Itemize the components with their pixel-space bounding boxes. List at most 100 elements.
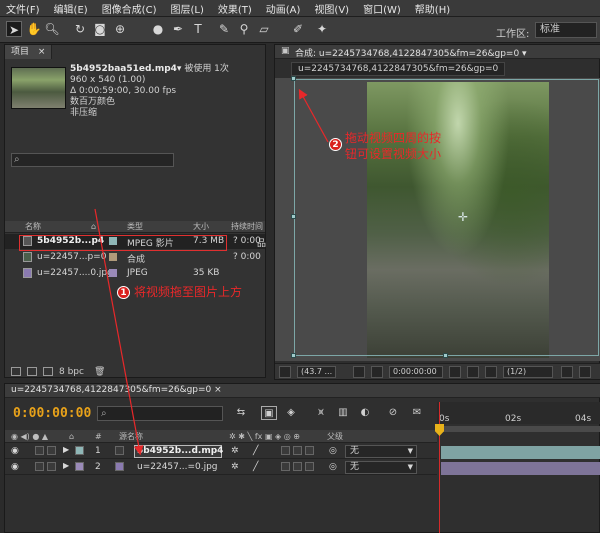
parent-select[interactable]: 无 ▼ (345, 461, 417, 474)
eraser-tool-icon[interactable]: ▱ (256, 21, 272, 37)
draft-3d-icon[interactable]: ◈ (283, 406, 299, 420)
workspace-select[interactable]: 标准 (535, 22, 597, 38)
composition-tab[interactable]: 合成: u=2245734768,4122847305&fm=26&gp=0 ▾ (295, 46, 527, 59)
anchor-point-icon[interactable]: ✛ (458, 211, 468, 223)
eye-icon[interactable]: ◉ (11, 462, 19, 472)
safe-area-icon[interactable] (353, 366, 365, 378)
quality-switch-icon[interactable]: ╱ (253, 446, 258, 456)
timeline-layer-1[interactable]: ◉ ▶ 1 5b4952b...d.mp4 ✲ ╱ ◎ 无 ▼ (5, 444, 437, 459)
col-source-name[interactable]: 源名称 (119, 430, 143, 443)
show-snapshot-icon[interactable] (467, 366, 479, 378)
col-size[interactable]: 大小 (193, 221, 209, 233)
pan-behind-tool-icon[interactable]: ⊕ (112, 21, 128, 37)
menu-edit[interactable]: 编辑(E) (54, 1, 88, 16)
zoom-tool-icon[interactable]: 🔍︎ (44, 21, 60, 37)
comp-mini-flowchart-icon[interactable]: ⇆ (233, 406, 249, 420)
mask-visibility-icon[interactable] (371, 366, 383, 378)
menu-animation[interactable]: 动画(A) (266, 1, 301, 16)
solo-switch[interactable] (35, 462, 44, 471)
switch-box[interactable] (293, 462, 302, 471)
image-layer-bounding-box[interactable] (294, 79, 599, 356)
eye-icon[interactable]: ◉ (11, 446, 19, 456)
bpc-label[interactable]: 8 bpc (59, 367, 84, 377)
channel-icon[interactable] (485, 366, 497, 378)
layer-1-duration-bar[interactable] (441, 446, 600, 459)
label-color-swatch[interactable] (75, 462, 84, 471)
layer-2-duration-bar[interactable] (441, 462, 600, 475)
project-item-comp[interactable]: u=22457...p=0 合成 ? 0:00 (5, 250, 265, 265)
timecode-display[interactable]: 0:00:00:00 (389, 366, 443, 378)
parent-select[interactable]: 无 ▼ (345, 445, 417, 458)
selected-file-name[interactable]: 5b4952baa51ed.mp4▾ (70, 64, 181, 74)
resize-handle[interactable] (291, 76, 296, 81)
resize-handle[interactable] (291, 353, 296, 358)
zoom-select[interactable]: (43.7 ... (297, 366, 337, 378)
motion-blur-icon[interactable]: ◐ (357, 406, 373, 420)
menu-window[interactable]: 窗口(W) (363, 1, 401, 16)
menu-help[interactable]: 帮助(H) (415, 1, 450, 16)
rotate-tool-icon[interactable]: ↻ (72, 21, 88, 37)
project-item-image[interactable]: u=22457....0.jpg JPEG 35 KB (5, 266, 265, 281)
timeline-tab[interactable]: u=2245734768,4122847305&fm=26&gp=0 × (11, 385, 222, 395)
menu-view[interactable]: 视图(V) (314, 1, 349, 16)
switch-box[interactable] (281, 462, 290, 471)
col-parent[interactable]: 父级 (327, 430, 343, 443)
transparency-grid-icon[interactable] (579, 366, 591, 378)
switch-box[interactable] (305, 462, 314, 471)
always-preview-icon[interactable] (279, 366, 291, 378)
switch-box[interactable] (281, 446, 290, 455)
lock-icon[interactable]: ▣ (281, 46, 290, 56)
label-color-swatch[interactable] (109, 253, 117, 261)
interpret-footage-icon[interactable] (11, 367, 21, 376)
switch-box[interactable] (305, 446, 314, 455)
solo-switch[interactable] (35, 446, 44, 455)
menu-effect[interactable]: 效果(T) (218, 1, 252, 16)
mask-tool-icon[interactable]: ● (150, 21, 166, 37)
brush-tool-icon[interactable]: ✎ (216, 21, 232, 37)
new-folder-icon[interactable] (27, 367, 37, 376)
shy-switch-icon[interactable]: ✲ (231, 446, 239, 456)
menu-file[interactable]: 文件(F) (6, 1, 40, 16)
label-color-swatch[interactable] (109, 269, 117, 277)
expand-icon[interactable]: ▶ (63, 461, 69, 470)
live-update-icon[interactable]: ▣ (261, 406, 277, 420)
label-color-swatch[interactable] (75, 446, 84, 455)
graph-editor-icon[interactable]: ⊘ (385, 406, 401, 420)
resolution-select[interactable]: (1/2) (503, 366, 553, 378)
timeline-search-input[interactable]: ⌕ (97, 406, 223, 421)
selection-tool-icon[interactable]: ➤ (6, 21, 22, 37)
new-composition-icon[interactable] (43, 367, 53, 376)
hide-shy-layers-icon[interactable]: ⩙ (313, 406, 329, 420)
composition-breadcrumb[interactable]: u=2245734768,4122847305&fm=26&gp=0 (291, 62, 506, 76)
frame-blending-icon[interactable]: ▥ (335, 406, 351, 420)
col-duration[interactable]: 持续时间 (231, 221, 263, 233)
time-ruler[interactable]: 0s 02s 04s (437, 402, 600, 424)
quality-switch-icon[interactable]: ╱ (253, 462, 258, 472)
region-of-interest-icon[interactable] (561, 366, 573, 378)
hand-tool-icon[interactable]: ✋ (26, 21, 42, 37)
project-search-input[interactable]: ⌕ (11, 153, 174, 167)
menu-composition[interactable]: 图像合成(C) (102, 1, 157, 16)
camera-tool-icon[interactable]: ◙ (92, 21, 108, 37)
close-icon[interactable]: × (38, 47, 46, 57)
clone-stamp-icon[interactable]: ⚲ (236, 21, 252, 37)
tab-project[interactable]: 项目 × (5, 45, 53, 59)
puppet-pin-icon[interactable]: ✦ (314, 21, 330, 37)
text-tool-icon[interactable]: T (190, 21, 206, 37)
playhead[interactable] (439, 402, 440, 533)
col-name[interactable]: 名称 (25, 221, 41, 233)
parent-pickwhip-icon[interactable]: ◎ (329, 446, 337, 456)
parent-pickwhip-icon[interactable]: ◎ (329, 462, 337, 472)
switch-box[interactable] (293, 446, 302, 455)
work-area-bar[interactable] (437, 426, 600, 432)
current-time-display[interactable]: 0:00:00:00 (13, 406, 91, 421)
lock-switch[interactable] (47, 462, 56, 471)
resize-handle[interactable] (443, 353, 448, 358)
shy-switch-icon[interactable]: ✲ (231, 462, 239, 472)
lock-switch[interactable] (47, 446, 56, 455)
col-type[interactable]: 类型 (127, 221, 143, 233)
roto-brush-icon[interactable]: ✐ (290, 21, 306, 37)
menu-layer[interactable]: 图层(L) (170, 1, 203, 16)
brainstorm-icon[interactable]: ✉ (409, 406, 425, 420)
snapshot-icon[interactable] (449, 366, 461, 378)
